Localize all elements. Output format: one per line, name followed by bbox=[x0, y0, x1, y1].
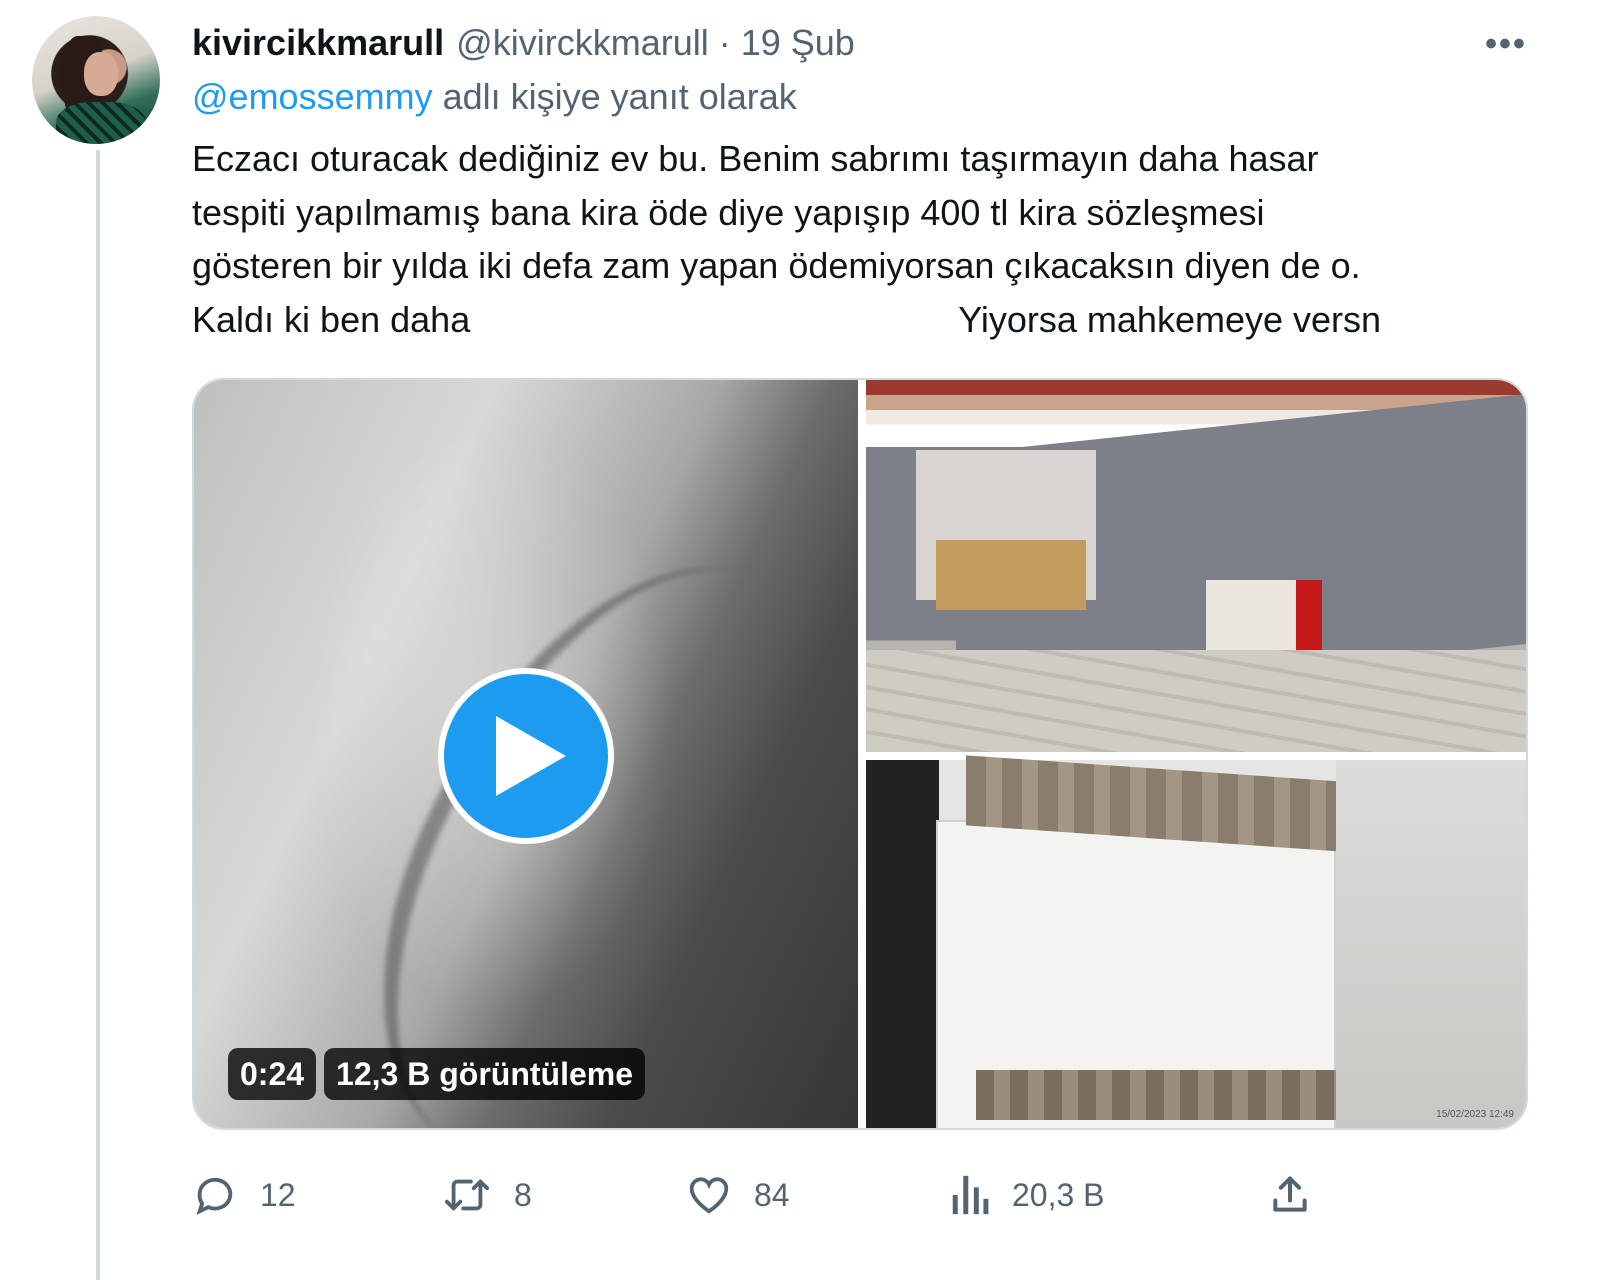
like-button[interactable]: 84 bbox=[686, 1160, 790, 1230]
media-grid: 0:24 12,3 B görüntüleme 15/02/2023 12:49 bbox=[192, 378, 1528, 1130]
play-button[interactable] bbox=[438, 668, 614, 844]
views-count: 20,3 B bbox=[1012, 1176, 1105, 1213]
views-bar-chart-icon bbox=[952, 1175, 989, 1215]
display-name[interactable]: kivircikkmarull bbox=[192, 22, 444, 64]
photo-exposed-brick-bottom bbox=[976, 1070, 1336, 1120]
tweet-header: kivircikkmarull @kivirckkmarull · 19 Şub bbox=[192, 18, 855, 68]
thread-connector-line bbox=[96, 150, 100, 1280]
tweet-date[interactable]: 19 Şub bbox=[741, 22, 855, 64]
reply-suffix: adlı kişiye yanıt olarak bbox=[442, 76, 797, 117]
reply-context: @emossemmy adlı kişiye yanıt olarak bbox=[192, 76, 797, 118]
tweet-text-line: gösteren bir yılda iki defa zam yapan öd… bbox=[192, 245, 1361, 286]
share-button[interactable] bbox=[1268, 1160, 1312, 1230]
header-separator: · bbox=[718, 22, 731, 63]
photo-damaged-building[interactable] bbox=[866, 380, 1526, 752]
avatar-face bbox=[84, 52, 118, 96]
photo-cabinet bbox=[936, 540, 1086, 610]
views-button[interactable]: 20,3 B bbox=[950, 1160, 1105, 1230]
reply-bubble-icon bbox=[196, 1177, 233, 1215]
more-options-button[interactable]: ••• bbox=[1478, 22, 1534, 66]
user-handle[interactable]: @kivirckkmarull bbox=[456, 22, 709, 64]
tweet-text-line: Eczacı oturacak dediğiniz ev bu. Benim s… bbox=[192, 138, 1319, 179]
video-frame-crack bbox=[317, 492, 909, 1128]
video-duration-badge: 0:24 bbox=[228, 1048, 317, 1100]
tweet-text-last-line: Kaldı ki ben daha Yiyorsa mahkemeye versn bbox=[192, 293, 1552, 347]
video-views-badge: 12,3 B görüntüleme bbox=[324, 1048, 645, 1100]
reply-count: 12 bbox=[260, 1176, 296, 1213]
play-icon bbox=[496, 716, 566, 796]
more-dots-icon: ••• bbox=[1485, 24, 1527, 63]
retweet-button[interactable]: 8 bbox=[442, 1160, 532, 1230]
share-upload-icon bbox=[1273, 1176, 1307, 1212]
photo-right-wall bbox=[1336, 760, 1526, 1128]
photo-rubble-ground bbox=[866, 650, 1526, 752]
avatar-shirt bbox=[56, 102, 146, 144]
tweet-actions-bar: 12 8 84 20,3 B bbox=[192, 1160, 1322, 1230]
photo-cracked-wall[interactable]: 15/02/2023 12:49 bbox=[866, 755, 1526, 1128]
video-player[interactable]: 0:24 12,3 B görüntüleme bbox=[194, 380, 909, 1128]
tweet-text-line: tespiti yapılmamış bana kira öde diye ya… bbox=[192, 191, 1265, 233]
tweet-text-last-left: Kaldı ki ben daha bbox=[192, 298, 471, 340]
heart-icon bbox=[689, 1177, 729, 1214]
reply-mention-link[interactable]: @emossemmy bbox=[192, 76, 433, 117]
photo-timestamp: 15/02/2023 12:49 bbox=[1436, 1109, 1514, 1120]
tweet-text-last-right: Yiyorsa mahkemeye versn bbox=[958, 298, 1382, 340]
media-divider-vertical bbox=[858, 380, 866, 1128]
retweet-icon bbox=[444, 1179, 490, 1211]
video-meta: 0:24 12,3 B görüntüleme bbox=[228, 1048, 645, 1100]
avatar[interactable] bbox=[32, 16, 160, 144]
reply-button[interactable]: 12 bbox=[192, 1160, 296, 1230]
tweet-text: Eczacı oturacak dediğiniz ev bu. Benim s… bbox=[192, 132, 1552, 346]
like-count: 84 bbox=[754, 1176, 790, 1213]
retweet-count: 8 bbox=[514, 1176, 532, 1213]
